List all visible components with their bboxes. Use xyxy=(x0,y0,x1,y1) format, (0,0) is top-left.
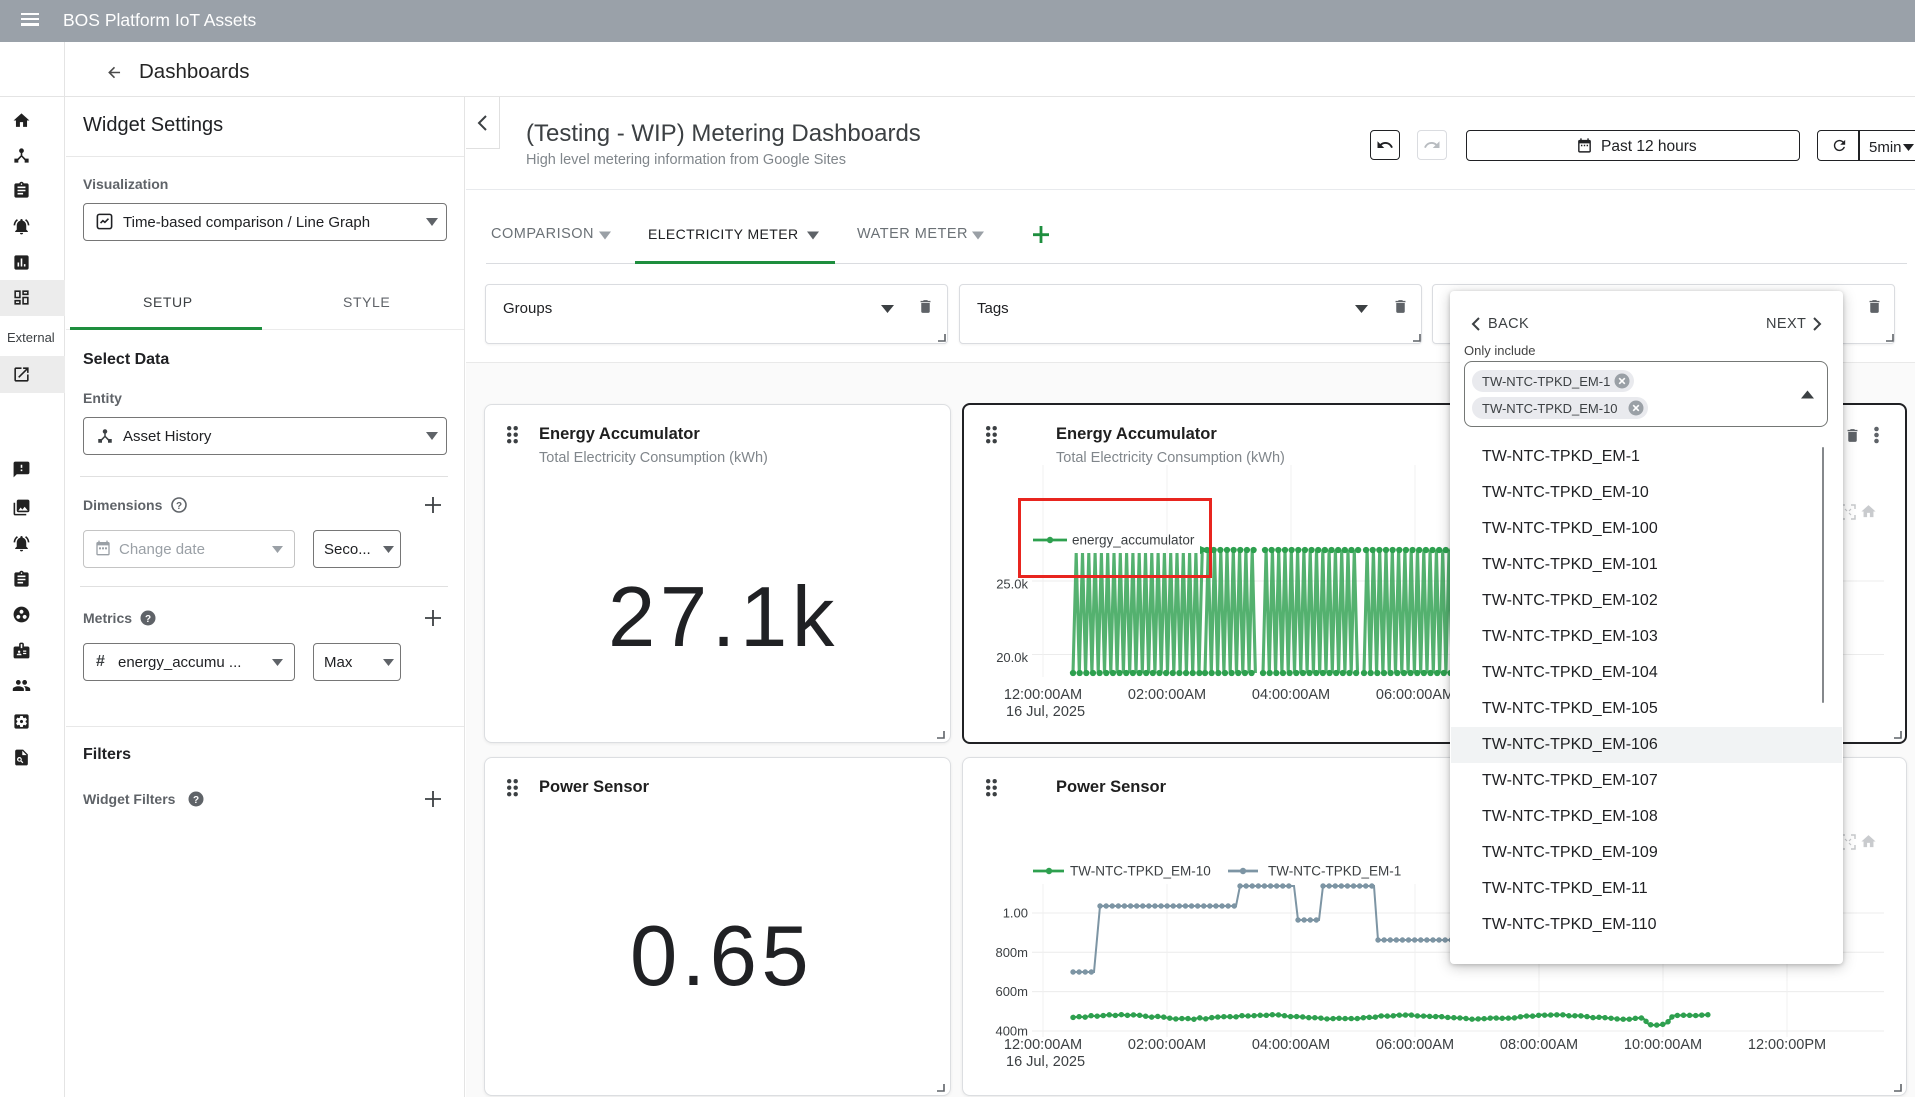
svg-text:25.0k: 25.0k xyxy=(996,577,1028,592)
svg-text:12:00:00AM: 12:00:00AM xyxy=(1004,687,1082,703)
svg-text:02:00:00AM: 02:00:00AM xyxy=(1128,1037,1206,1053)
svg-text:08:00:00AM: 08:00:00AM xyxy=(1500,1037,1578,1053)
svg-text:04:00:00AM: 04:00:00AM xyxy=(1252,1037,1330,1053)
svg-text:10:00:00AM: 10:00:00AM xyxy=(1624,1037,1702,1053)
svg-text:16 Jul, 2025: 16 Jul, 2025 xyxy=(1006,704,1085,720)
svg-text:?: ? xyxy=(193,795,199,806)
svg-text:800m: 800m xyxy=(995,945,1028,960)
svg-text:?: ? xyxy=(145,614,151,625)
svg-text:?: ? xyxy=(176,501,182,512)
svg-text:06:00:00AM: 06:00:00AM xyxy=(1376,1037,1454,1053)
svg-text:1.00: 1.00 xyxy=(1003,906,1028,921)
svg-text:12:00:00AM: 12:00:00AM xyxy=(1004,1037,1082,1053)
svg-text:06:00:00AM: 06:00:00AM xyxy=(1376,687,1454,703)
svg-text:02:00:00AM: 02:00:00AM xyxy=(1128,687,1206,703)
svg-text:04:00:00AM: 04:00:00AM xyxy=(1252,687,1330,703)
svg-text:12:00:00PM: 12:00:00PM xyxy=(1748,1037,1826,1053)
svg-text:TW-NTC-TPKD_EM-1: TW-NTC-TPKD_EM-1 xyxy=(1268,864,1401,879)
svg-text:TW-NTC-TPKD_EM-10: TW-NTC-TPKD_EM-10 xyxy=(1070,864,1211,879)
svg-text:16 Jul, 2025: 16 Jul, 2025 xyxy=(1006,1054,1085,1070)
svg-text:600m: 600m xyxy=(995,984,1028,999)
svg-text:20.0k: 20.0k xyxy=(996,650,1028,665)
